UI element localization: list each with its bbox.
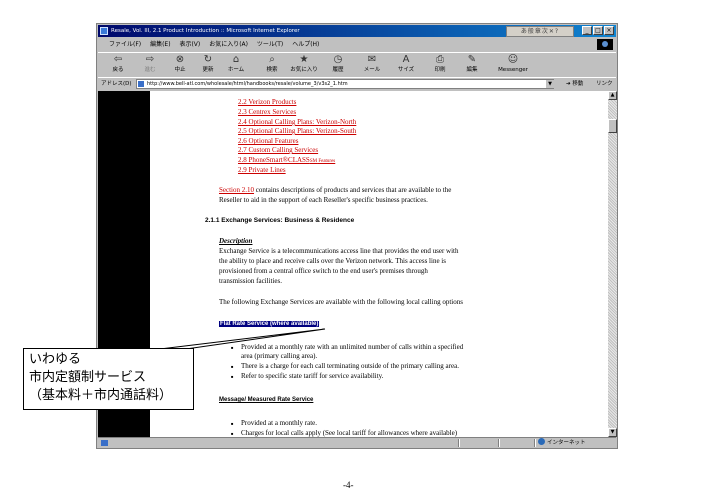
- section-text: contains descriptions of products and se…: [254, 186, 452, 194]
- menu-help[interactable]: ヘルプ(H): [292, 41, 319, 48]
- description-line-3: provisioned from a central office switch…: [219, 267, 428, 275]
- toc-link-2-4[interactable]: 2.4 Optional Calling Plans: Verizon-Nort…: [238, 118, 356, 126]
- menu-tools[interactable]: ツール(T): [257, 41, 283, 48]
- ie-app-icon: [100, 27, 108, 35]
- measured-bullet-2: Charges for local calls apply (See local…: [231, 429, 457, 437]
- toolbar: ⇦ 戻る ⇨ 進む ⊗ 中止 ↻ 更新 ⌂ ホーム ⌕ 検索 ★ お気に入り ◷ 履歴 ✉ メール…: [98, 52, 616, 78]
- print-icon: ⎙: [436, 54, 444, 65]
- links-button[interactable]: リンク: [596, 78, 613, 90]
- section-text-2: Reseller to aid in the support of each R…: [219, 196, 428, 204]
- title-bar: Resale, Vol. III, 2.1 Product Introducti…: [98, 25, 616, 37]
- annotation-callout: いわゆる 市内定額制サービス （基本料＋市内通話料）: [23, 348, 194, 410]
- menu-file[interactable]: ファイル(F): [109, 41, 141, 48]
- section-heading: 2.1.1 Exchange Services: Business & Resi…: [205, 217, 355, 224]
- measured-bullet-1: Provided at a monthly rate.: [231, 419, 317, 428]
- go-arrow-icon: ➔: [566, 81, 571, 87]
- section-2-10-link[interactable]: Section 2.10: [219, 186, 254, 194]
- history-button[interactable]: ◷ 履歴: [324, 54, 352, 74]
- callout-line-1: いわゆる: [29, 352, 82, 367]
- vertical-scrollbar[interactable]: ▲ ▼: [608, 91, 617, 437]
- toc-link-2-8[interactable]: 2.8 PhoneSmart®CLASSSM Features: [238, 156, 335, 164]
- description-label: Description: [219, 237, 253, 245]
- minimize-button[interactable]: _: [582, 26, 592, 35]
- following-text: The following Exchange Services are avai…: [219, 298, 463, 306]
- maximize-button[interactable]: □: [593, 26, 603, 35]
- menu-view[interactable]: 表示(V): [179, 41, 200, 48]
- stop-button[interactable]: ⊗ 中止: [166, 54, 194, 74]
- scroll-thumb[interactable]: [608, 119, 617, 133]
- status-bar: インターネット: [98, 437, 616, 449]
- favorites-icon: ★: [299, 54, 309, 65]
- print-button[interactable]: ⎙ 印刷: [426, 54, 454, 74]
- flat-bullet-3: Refer to specific state tariff for servi…: [231, 372, 384, 381]
- stop-icon: ⊗: [175, 54, 185, 65]
- security-zone: インターネット: [538, 438, 586, 448]
- menu-bar: ファイル(F) 編集(E) 表示(V) お気に入り(A) ツール(T) ヘルプ(…: [98, 38, 616, 51]
- back-arrow-icon: ⇦: [113, 54, 123, 65]
- go-button[interactable]: ➔ 移動: [566, 78, 583, 90]
- status-divider: [498, 439, 500, 447]
- size-button[interactable]: A サイズ: [392, 54, 420, 74]
- toc-link-2-2[interactable]: 2.2 Verizon Products: [238, 98, 296, 106]
- mail-button[interactable]: ✉ メール: [358, 54, 386, 74]
- flat-bullet-2: There is a charge for each call terminat…: [231, 362, 459, 371]
- favorites-button[interactable]: ★ お気に入り: [290, 54, 318, 74]
- toc-link-2-7[interactable]: 2.7 Custom Calling Services: [238, 146, 318, 154]
- status-page-icon: [101, 440, 108, 446]
- refresh-icon: ↻: [203, 54, 213, 65]
- font-size-icon: A: [402, 54, 410, 65]
- toc-link-2-9[interactable]: 2.9 Private Lines: [238, 166, 286, 174]
- description-line-1: Exchange Service is a telecommunications…: [219, 247, 459, 255]
- address-input[interactable]: http://www.bell-atl.com/wholesale/html/h…: [136, 79, 554, 89]
- messenger-button[interactable]: ☺ Messenger: [496, 54, 530, 74]
- window-title: Resale, Vol. III, 2.1 Product Introducti…: [111, 28, 300, 34]
- search-button[interactable]: ⌕ 検索: [258, 54, 286, 74]
- measured-rate-heading: Message/ Measured Rate Service: [219, 397, 314, 403]
- close-button[interactable]: ×: [604, 26, 614, 35]
- refresh-button[interactable]: ↻ 更新: [194, 54, 222, 74]
- callout-line-2: 市内定額制サービス: [29, 370, 147, 385]
- flat-bullet-1: Provided at a monthly rate with an unlim…: [231, 343, 463, 352]
- callout-line-3: （基本料＋市内通話料）: [29, 388, 173, 403]
- toc-link-2-3[interactable]: 2.3 Centrex Services: [238, 108, 296, 116]
- description-line-4: transmission facilities.: [219, 277, 282, 285]
- home-button[interactable]: ⌂ ホーム: [222, 54, 250, 74]
- ime-toolbar[interactable]: あ般章次✕?: [506, 26, 574, 37]
- address-dropdown-icon[interactable]: ▼: [546, 80, 554, 88]
- menu-favorites[interactable]: お気に入り(A): [209, 41, 248, 48]
- scroll-down-icon[interactable]: ▼: [608, 428, 617, 437]
- edit-icon: ✎: [467, 54, 477, 65]
- home-icon: ⌂: [232, 54, 240, 65]
- page-icon: [138, 81, 144, 87]
- menu-edit[interactable]: 編集(E): [150, 41, 170, 48]
- toc-link-2-5[interactable]: 2.5 Optional Calling Plans: Verizon-Sout…: [238, 127, 356, 135]
- address-url: http://www.bell-atl.com/wholesale/html/h…: [147, 81, 348, 87]
- status-divider: [458, 439, 460, 447]
- address-bar: アドレス(D) http://www.bell-atl.com/wholesal…: [98, 77, 616, 91]
- address-label: アドレス(D): [101, 81, 132, 87]
- status-divider: [534, 439, 536, 447]
- scroll-up-icon[interactable]: ▲: [608, 91, 617, 100]
- messenger-icon: ☺: [507, 54, 519, 65]
- mail-icon: ✉: [367, 54, 377, 65]
- history-icon: ◷: [333, 54, 343, 65]
- flat-rate-heading-selected: Flat Rate Service (where available): [219, 321, 320, 327]
- forward-button[interactable]: ⇨ 進む: [136, 54, 164, 74]
- description-line-2: the ability to place and receive calls o…: [219, 257, 446, 265]
- search-icon: ⌕: [269, 54, 275, 65]
- globe-icon: [538, 438, 545, 445]
- ie-throbber-logo: [597, 39, 613, 50]
- flat-bullet-1-cont: area (primary calling area).: [241, 352, 318, 360]
- toc-link-2-6[interactable]: 2.6 Optional Features: [238, 137, 298, 145]
- edit-button[interactable]: ✎ 編集: [458, 54, 486, 74]
- page-number: -4-: [343, 480, 354, 490]
- back-button[interactable]: ⇦ 戻る: [104, 54, 132, 74]
- forward-arrow-icon: ⇨: [145, 54, 155, 65]
